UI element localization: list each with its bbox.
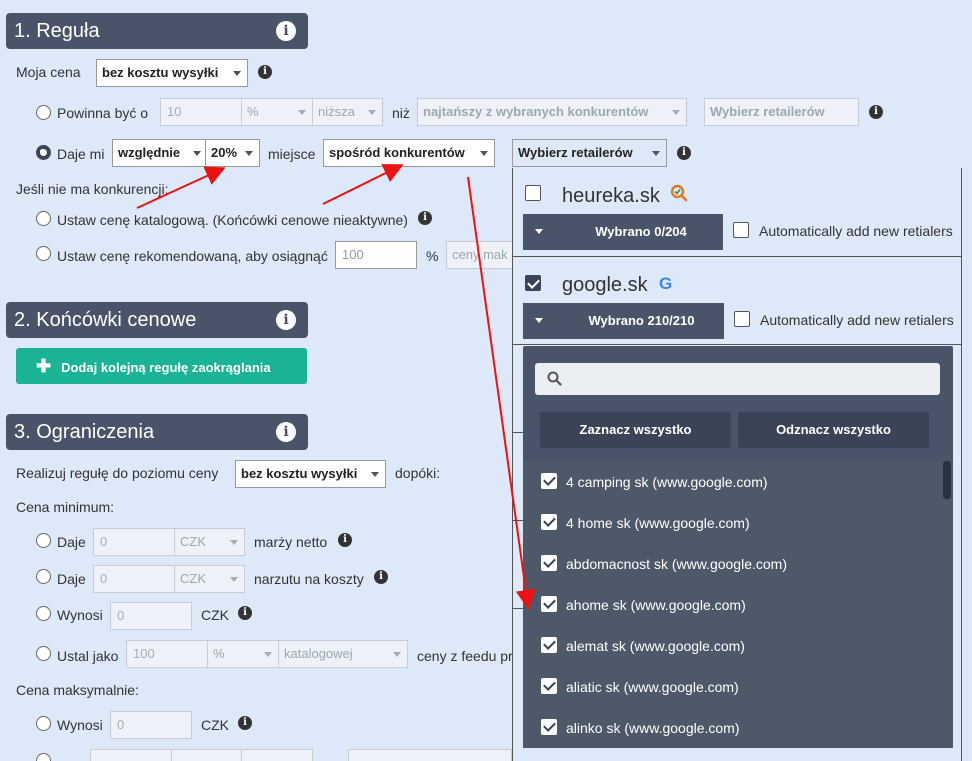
annotation-arrows <box>136 164 536 610</box>
arrow-to-percent <box>136 166 226 209</box>
arrow-to-list-item <box>467 176 536 610</box>
arrow-to-among <box>322 164 404 205</box>
